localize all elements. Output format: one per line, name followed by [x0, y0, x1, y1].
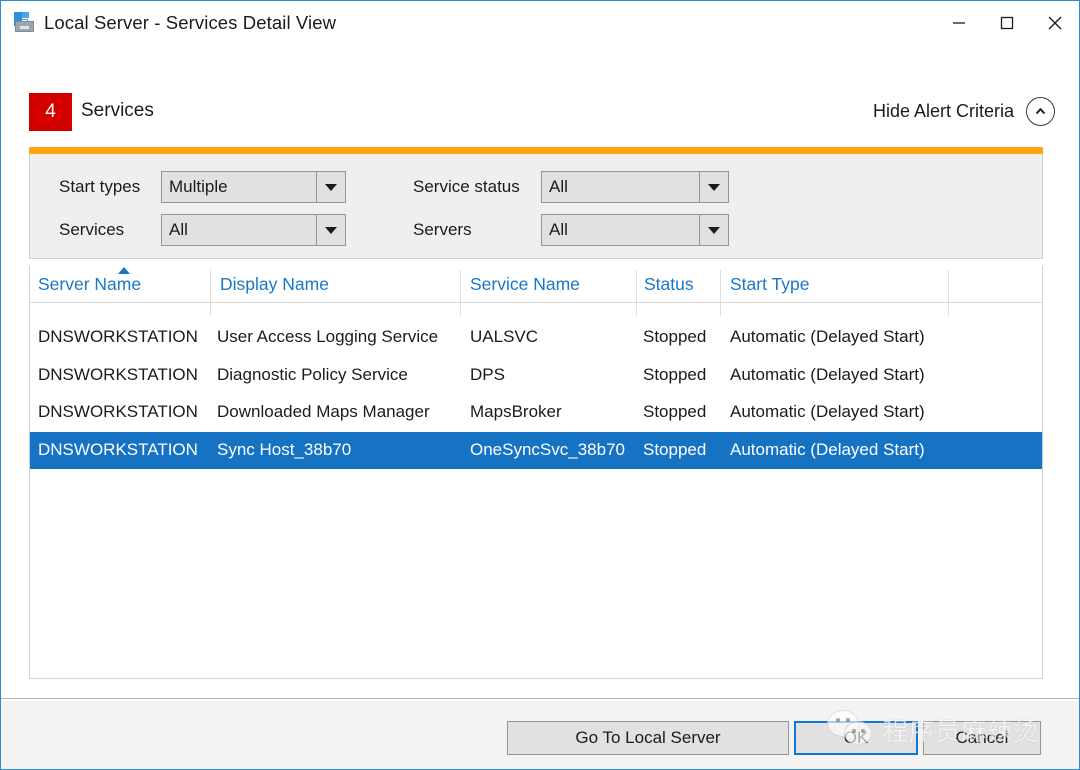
cell-server-name: DNSWORKSTATION: [38, 439, 198, 459]
filter-start-types: Start types Multiple: [59, 171, 346, 203]
services-dropdown[interactable]: All: [161, 214, 346, 246]
filter-services-label: Services: [59, 220, 125, 239]
cell-start-type: Automatic (Delayed Start): [730, 364, 925, 384]
cell-service-name: OneSyncSvc_38b70: [470, 439, 625, 459]
cell-service-name: UALSVC: [470, 327, 539, 346]
go-to-local-server-button[interactable]: Go To Local Server: [507, 721, 789, 755]
server-manager-toolbox-icon: [11, 11, 35, 35]
chevron-down-icon[interactable]: [316, 172, 345, 202]
filter-service-status-label: Service status: [413, 177, 520, 196]
table-row[interactable]: DNSWORKSTATION Sync Host_38b70 OneSyncSv…: [30, 431, 1042, 469]
cell-status: Stopped: [643, 402, 707, 421]
cell-display-name: User Access Logging Service: [217, 327, 439, 346]
cell-server-name: DNSWORKSTATION: [38, 364, 198, 384]
start-types-value: Multiple: [169, 177, 228, 196]
table-row[interactable]: DNSWORKSTATION Diagnostic Policy Service…: [30, 357, 1042, 395]
chevron-down-icon[interactable]: [699, 172, 728, 202]
title-bar[interactable]: Local Server - Services Detail View: [1, 1, 1079, 45]
filter-start-types-label: Start types: [59, 177, 141, 196]
maximize-icon[interactable]: [983, 1, 1031, 45]
filter-services: Services All: [59, 214, 346, 246]
filter-servers-label: Servers: [413, 220, 472, 239]
page-title: Services: [81, 100, 154, 121]
service-status-dropdown[interactable]: All: [541, 171, 729, 203]
services-detail-view-window: Local Server - Services Detail View 4 Se…: [0, 0, 1080, 770]
column-header-display-name[interactable]: Display Name: [220, 274, 329, 295]
hide-alert-criteria-toggle[interactable]: Hide Alert Criteria: [873, 97, 1055, 126]
cell-service-name: MapsBroker: [470, 402, 562, 421]
sort-ascending-icon: [118, 267, 130, 274]
cell-server-name: DNSWORKSTATION: [38, 402, 198, 421]
criteria-accent-bar: [29, 147, 1043, 154]
table-row[interactable]: DNSWORKSTATION User Access Logging Servi…: [30, 319, 1042, 357]
ok-button[interactable]: OK: [794, 721, 918, 755]
footer-divider: [1, 698, 1079, 699]
cell-status: Stopped: [643, 364, 707, 384]
cell-status: Stopped: [643, 439, 707, 459]
cell-display-name: Downloaded Maps Manager: [217, 402, 430, 421]
window-controls: [935, 1, 1079, 45]
close-icon[interactable]: [1031, 1, 1079, 45]
table-body: DNSWORKSTATION User Access Logging Servi…: [30, 303, 1042, 469]
hide-alert-criteria-label: Hide Alert Criteria: [872, 101, 1014, 121]
alert-count-badge: 4: [29, 93, 72, 131]
table-row[interactable]: DNSWORKSTATION Downloaded Maps Manager M…: [30, 394, 1042, 432]
chevron-down-icon[interactable]: [699, 215, 728, 245]
start-types-dropdown[interactable]: Multiple: [161, 171, 346, 203]
cell-server-name: DNSWORKSTATION: [38, 327, 198, 346]
table-header-row: Server Name Display Name Service Name St…: [30, 266, 1042, 316]
cell-display-name: Diagnostic Policy Service: [217, 364, 408, 384]
column-header-start-type[interactable]: Start Type: [730, 274, 809, 295]
column-header-service-name[interactable]: Service Name: [470, 274, 580, 295]
filter-service-status: Service status All: [413, 171, 729, 203]
services-table: Server Name Display Name Service Name St…: [29, 266, 1043, 679]
cell-start-type: Automatic (Delayed Start): [730, 327, 925, 346]
window-title: Local Server - Services Detail View: [44, 12, 337, 33]
servers-dropdown[interactable]: All: [541, 214, 729, 246]
chevron-down-icon[interactable]: [316, 215, 345, 245]
servers-value: All: [549, 220, 568, 239]
filter-servers: Servers All: [413, 214, 729, 246]
service-status-value: All: [549, 177, 568, 196]
cell-display-name: Sync Host_38b70: [217, 439, 352, 459]
services-value: All: [169, 220, 188, 239]
cancel-button[interactable]: Cancel: [923, 721, 1041, 755]
minimize-icon[interactable]: [935, 1, 983, 45]
column-header-server-name[interactable]: Server Name: [38, 274, 141, 295]
cell-start-type: Automatic (Delayed Start): [730, 402, 925, 421]
column-header-status[interactable]: Status: [644, 274, 694, 295]
cell-service-name: DPS: [470, 364, 505, 384]
cell-start-type: Automatic (Delayed Start): [730, 439, 925, 459]
chevron-up-icon: [1026, 97, 1055, 126]
cell-status: Stopped: [643, 327, 707, 346]
